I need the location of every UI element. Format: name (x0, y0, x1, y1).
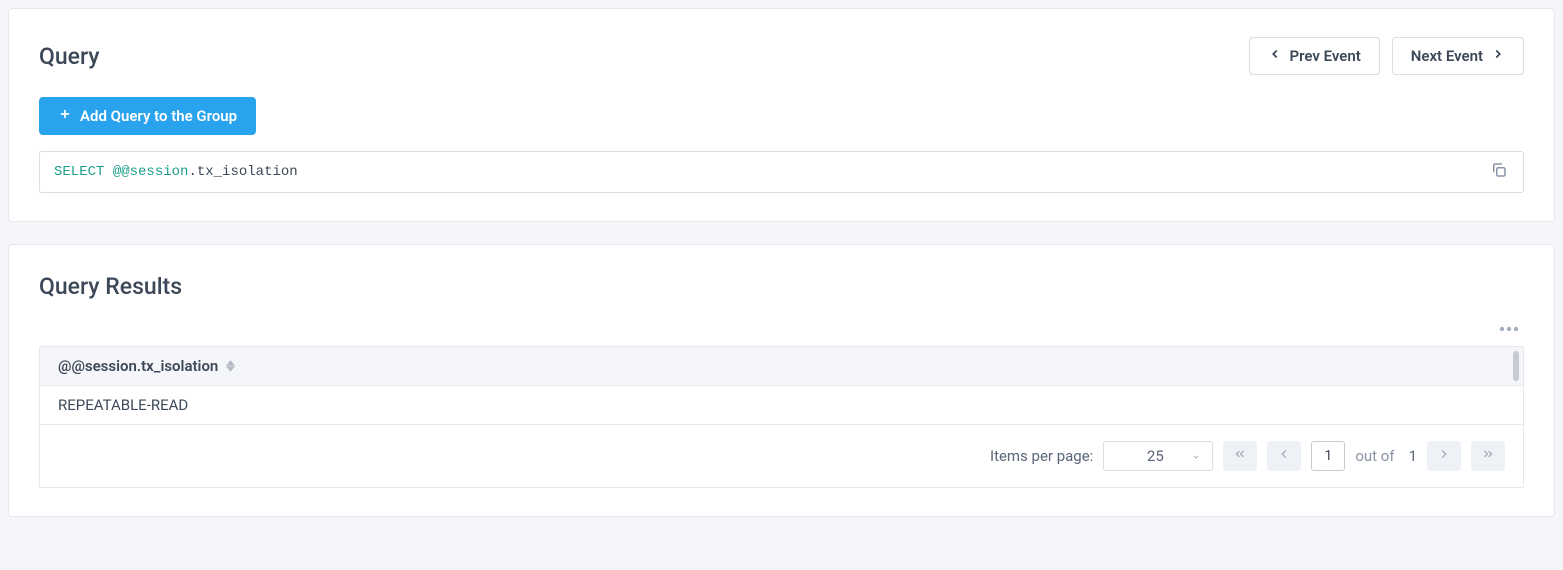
next-event-label: Next Event (1411, 47, 1483, 65)
chevron-down-icon (1190, 447, 1202, 465)
items-per-page-label: Items per page: (990, 447, 1093, 465)
event-nav-buttons: Prev Event Next Event (1249, 37, 1525, 75)
page-input[interactable] (1311, 441, 1345, 471)
sort-icon (226, 360, 235, 372)
chevrons-right-icon (1481, 447, 1495, 465)
sql-session: @@session (113, 164, 189, 180)
sql-code-box: SELECT @@session.tx_isolation (39, 151, 1524, 193)
ellipsis-icon (1499, 317, 1519, 336)
results-actions (39, 314, 1524, 338)
add-query-button[interactable]: Add Query to the Group (39, 97, 256, 135)
plus-icon (58, 107, 72, 125)
query-title: Query (39, 43, 100, 70)
last-page-button[interactable] (1471, 441, 1505, 471)
query-panel: Query Prev Event Next Event Add Query to… (8, 8, 1555, 222)
sql-keyword: SELECT (54, 164, 104, 180)
next-page-button[interactable] (1427, 441, 1461, 471)
total-pages: 1 (1409, 447, 1417, 465)
prev-page-button[interactable] (1267, 441, 1301, 471)
items-per-page-select[interactable]: 25 (1103, 441, 1213, 471)
chevron-left-icon (1277, 447, 1291, 465)
copy-icon (1490, 161, 1508, 184)
next-event-button[interactable]: Next Event (1392, 37, 1524, 75)
cell-value: REPEATABLE-READ (58, 396, 188, 414)
items-per-page-value: 25 (1147, 447, 1164, 465)
out-of-label: out of (1355, 447, 1394, 465)
chevron-right-icon (1437, 447, 1451, 465)
prev-event-button[interactable]: Prev Event (1249, 37, 1380, 75)
pagination-bar: Items per page: 25 out of 1 (40, 425, 1523, 487)
column-header-label: @@session.tx_isolation (58, 357, 218, 375)
table-row: REPEATABLE-READ (40, 386, 1523, 425)
add-query-label: Add Query to the Group (80, 107, 237, 125)
copy-button[interactable] (1485, 158, 1513, 186)
results-panel: Query Results @@session.tx_isolation REP… (8, 244, 1555, 517)
first-page-button[interactable] (1223, 441, 1257, 471)
prev-event-label: Prev Event (1290, 47, 1361, 65)
sql-rest: .tx_isolation (188, 164, 297, 180)
chevron-left-icon (1268, 47, 1282, 65)
chevron-right-icon (1491, 47, 1505, 65)
chevrons-left-icon (1233, 447, 1247, 465)
column-header[interactable]: @@session.tx_isolation (40, 347, 1523, 386)
query-panel-header: Query Prev Event Next Event (39, 37, 1524, 75)
results-title: Query Results (39, 273, 1524, 300)
results-table: @@session.tx_isolation REPEATABLE-READ I… (39, 346, 1524, 488)
more-actions-button[interactable] (1494, 314, 1524, 338)
